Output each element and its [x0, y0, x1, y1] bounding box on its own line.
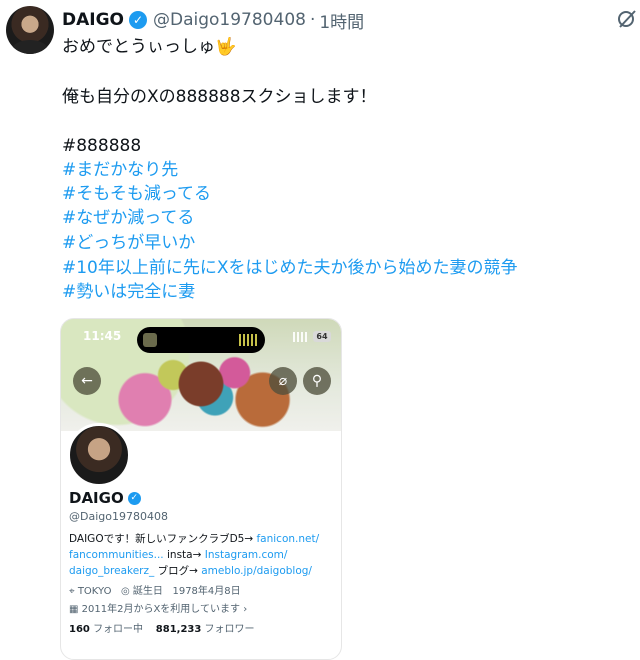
verified-badge-icon: ✓ [127, 491, 141, 505]
birthday-label: 誕生日 [132, 586, 163, 597]
signal-icon [293, 332, 307, 342]
followers-label: フォロワー [204, 624, 255, 635]
timestamp[interactable]: 1時間 [319, 8, 364, 33]
status-time: 11:45 [83, 329, 122, 343]
author-avatar[interactable] [6, 6, 54, 54]
followers-count: 881,233 [155, 624, 202, 635]
back-icon: ← [73, 367, 101, 395]
profile-avatar [67, 423, 131, 487]
location-text: TOKYO [77, 586, 112, 597]
hashtag-link[interactable]: #まだかなり先 [62, 158, 178, 183]
bio-text: DAIGOです！新しいファンクラブD5→ [69, 533, 257, 545]
bio-text: ブログ→ [154, 565, 202, 577]
profile-name-text: DAIGO [69, 489, 124, 507]
follow-stats-row: 160 フォロー中 881,233 フォロワー [69, 620, 255, 635]
tweet-line-1: おめでとうぃっしゅ🤟 [62, 37, 237, 57]
grok-icon: ⌀ [269, 367, 297, 395]
birthday-icon: ◎ [121, 586, 130, 597]
chevron-right-icon: › [243, 604, 248, 615]
bio-link: Instagram.com/ [204, 549, 288, 561]
dynamic-island [137, 327, 265, 353]
handle[interactable]: @Daigo19780408 [153, 10, 306, 30]
joined-row: ▦ 2011年2月からXを利用しています › [69, 600, 247, 615]
calendar-icon: ▦ [69, 604, 79, 615]
bio-link: fancommunities... [69, 549, 164, 561]
bio-link: ameblo.jp/daigoblog/ [201, 565, 312, 577]
profile-meta-row: ⌖ TOKYO ◎ 誕生日 1978年4月8日 [69, 582, 241, 597]
display-name[interactable]: DAIGO [62, 10, 124, 30]
tweet-header: DAIGO ✓ @Daigo19780408 · 1時間 [62, 8, 364, 33]
attached-screenshot[interactable]: 11:45 64 ← ⌀ ⚲ DAIGO ✓ @Daigo19780408 DA… [60, 318, 342, 660]
profile-bio: DAIGOです！新しいファンクラブD5→ fanicon.net/ fancom… [69, 531, 319, 579]
joined-text: 2011年2月からXを利用しています [81, 604, 241, 615]
following-count: 160 [69, 624, 90, 635]
number-tag: #888888 [62, 136, 142, 156]
hashtag-link[interactable]: #10年以上前に先にXをはじめた夫か後から始めた妻の競争 [62, 256, 518, 281]
separator: · [309, 10, 316, 30]
battery-icon: 64 [313, 331, 331, 342]
bio-text: insta→ [163, 549, 205, 561]
verified-badge-icon: ✓ [129, 11, 147, 29]
hashtag-link[interactable]: #そもそも減ってる [62, 182, 211, 207]
birthday-date: 1978年4月8日 [172, 586, 241, 597]
profile-name: DAIGO ✓ [69, 489, 147, 507]
tweet-line-2: 俺も自分のXの888888スクショします！ [62, 87, 377, 107]
hashtag-link[interactable]: #勢いは完全に妻 [62, 280, 195, 305]
following-label: フォロー中 [93, 624, 144, 635]
profile-handle: @Daigo19780408 [69, 510, 168, 523]
hashtag-link[interactable]: #どっちが早いか [62, 231, 195, 256]
search-icon: ⚲ [303, 367, 331, 395]
bio-link: daigo_breakerz_ [69, 565, 155, 577]
bio-link: fanicon.net/ [256, 533, 320, 545]
hashtag-link[interactable]: #なぜか減ってる [62, 206, 194, 231]
grok-icon[interactable] [616, 8, 638, 30]
location-icon: ⌖ [69, 586, 75, 597]
